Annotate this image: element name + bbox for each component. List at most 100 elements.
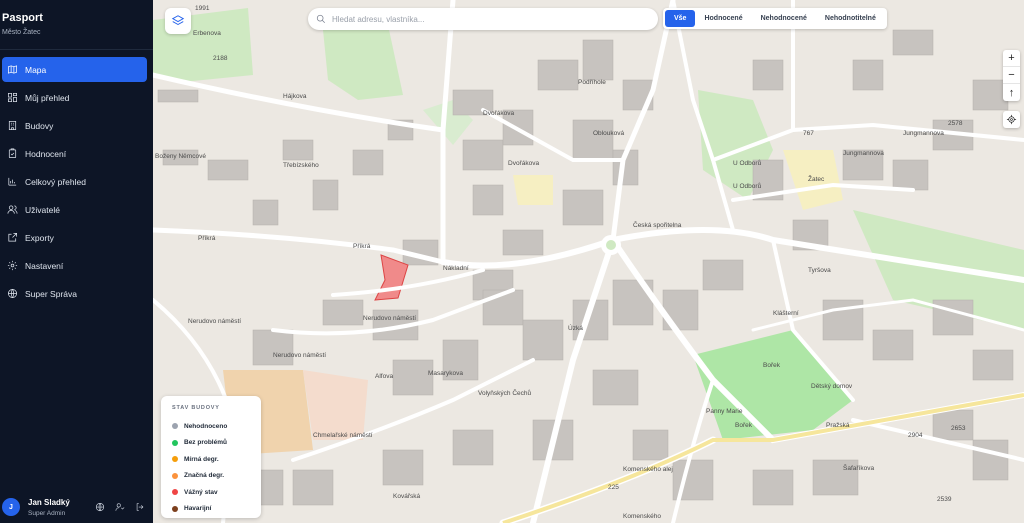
sidebar-item-label: Mapa — [25, 64, 47, 75]
street-label: Česká spořitelna — [633, 222, 682, 229]
house-number: 2578 — [948, 120, 963, 127]
street-label: Nákladní — [443, 265, 469, 272]
house-number: 2539 — [937, 496, 952, 503]
legend-item: Mírná degr. — [172, 451, 261, 468]
street-label: Bořek — [763, 362, 780, 369]
street-label: Nerudovo náměstí — [363, 315, 417, 322]
legend-items: Nehodnoceno Bez problémů Mírná degr. Značná… — [172, 418, 261, 517]
street-label: Alfova — [375, 373, 394, 380]
house-number: 1991 — [195, 5, 210, 12]
switch-user-icon[interactable] — [113, 500, 127, 514]
street-label: Volyňských Čechů — [478, 390, 532, 397]
legend-item: Havarijní — [172, 501, 261, 518]
zoom-controls: + − ↑ — [1003, 50, 1020, 101]
layers-button[interactable] — [165, 8, 191, 34]
filter-unrated-button[interactable]: Nehodnocené — [752, 10, 816, 27]
chart-icon — [6, 176, 18, 188]
street-label: Panny Marie — [706, 408, 743, 415]
user-name: Jan Sladký — [28, 497, 70, 507]
school-area — [303, 370, 368, 440]
layers-icon — [171, 15, 185, 26]
street-label: Komenského alej — [623, 466, 673, 473]
sidebar-item-gear[interactable]: Nastavení — [2, 253, 147, 278]
legend-swatch — [172, 472, 178, 479]
street-label: Komenského — [623, 513, 661, 520]
street-label: Příkrá — [198, 235, 216, 242]
street-label: Klášterní — [773, 310, 799, 317]
sidebar-item-globe[interactable]: Super Správa — [2, 281, 147, 306]
street-label: Hájkova — [283, 93, 307, 100]
street-label: Jungmannova — [903, 130, 944, 137]
street-label: Nerudovo náměstí — [188, 318, 242, 325]
avatar[interactable]: J — [2, 498, 20, 516]
house-number: 2188 — [213, 55, 228, 62]
street-label: Dvořákova — [483, 110, 515, 117]
street-label: Masarykova — [428, 370, 464, 377]
clipboard-check-icon — [6, 148, 18, 160]
globe-icon — [6, 288, 18, 300]
reset-bearing-button[interactable]: ↑ — [1003, 84, 1020, 101]
legend-label: Značná degr. — [184, 472, 225, 480]
street-label: Nerudovo náměstí — [273, 352, 327, 359]
sidebar-item-label: Nastavení — [25, 260, 64, 271]
zoom-out-button[interactable]: − — [1003, 67, 1020, 84]
sidebar-item-map[interactable]: Mapa — [2, 57, 147, 82]
legend-label: Mírná degr. — [184, 455, 219, 463]
nav-menu: Mapa Můj přehled Budovy Hodnocení Celkový př… — [0, 57, 153, 306]
app-subtitle: Město Žatec — [2, 29, 41, 36]
building-icon — [6, 120, 18, 132]
street-label: Příkrá — [353, 243, 371, 250]
street-label: Jungmannova — [843, 150, 884, 157]
gear-icon — [6, 260, 18, 272]
search-icon — [316, 14, 326, 24]
crosshair-icon — [1006, 114, 1017, 125]
street-label: Podříhole — [578, 79, 606, 86]
sidebar-item-label: Můj přehled — [25, 92, 70, 103]
sidebar-item-clipboard-check[interactable]: Hodnocení — [2, 141, 147, 166]
legend-swatch — [172, 489, 178, 496]
filter-all-button[interactable]: Vše — [665, 10, 696, 27]
sidebar-item-chart[interactable]: Celkový přehled — [2, 169, 147, 194]
legend-label: Nehodnoceno — [184, 422, 228, 430]
app-title: Pasport — [2, 12, 43, 24]
sidebar-item-label: Super Správa — [25, 288, 77, 299]
legend-swatch — [172, 439, 178, 446]
user-info: Jan Sladký Super Admin — [28, 498, 93, 517]
legend-item: Bez problémů — [172, 435, 261, 452]
brand: Pasport Město Žatec — [0, 0, 153, 50]
export-icon — [6, 232, 18, 244]
street-label: Chmelařské náměstí — [313, 432, 373, 439]
street-label: U Odborů — [733, 183, 762, 190]
sidebar-item-dashboard[interactable]: Můj přehled — [2, 85, 147, 110]
language-globe-icon[interactable] — [93, 500, 107, 514]
map-view[interactable]: Erbenova Hájkova Boženy Němcové Třebízsk… — [153, 0, 1024, 523]
sidebar-item-building[interactable]: Budovy — [2, 113, 147, 138]
street-label: Pražská — [826, 422, 850, 429]
users-icon — [6, 204, 18, 216]
legend: STAV BUDOVY Nehodnoceno Bez problémů Mírná… — [161, 396, 261, 518]
geolocate-button[interactable] — [1003, 111, 1020, 128]
legend-swatch — [172, 423, 178, 430]
legend-title: STAV BUDOVY — [172, 405, 220, 411]
search-input[interactable] — [332, 14, 632, 24]
legend-item: Nehodnoceno — [172, 418, 261, 435]
street-label: Dvořákova — [508, 160, 540, 167]
house-number: 767 — [803, 130, 814, 137]
search-bar[interactable] — [308, 8, 658, 30]
filter-rated-button[interactable]: Hodnocené — [695, 10, 751, 27]
sidebar-item-export[interactable]: Exporty — [2, 225, 147, 250]
legend-item: Vážný stav — [172, 484, 261, 501]
street-label: Šafaříkova — [843, 465, 875, 472]
legend-label: Havarijní — [184, 505, 212, 513]
legend-swatch — [172, 505, 178, 512]
street-label: Bořek — [735, 422, 752, 429]
filter-unratable-button[interactable]: Nehodnotitelné — [816, 10, 885, 27]
logout-icon[interactable] — [133, 500, 147, 514]
zoom-in-button[interactable]: + — [1003, 50, 1020, 67]
legend-label: Vážný stav — [184, 488, 218, 496]
house-number: 2653 — [951, 425, 966, 432]
street-label: U Odborů — [733, 160, 762, 167]
sidebar-item-users[interactable]: Uživatelé — [2, 197, 147, 222]
legend-label: Bez problémů — [184, 439, 227, 447]
user-role: Super Admin — [28, 509, 66, 517]
